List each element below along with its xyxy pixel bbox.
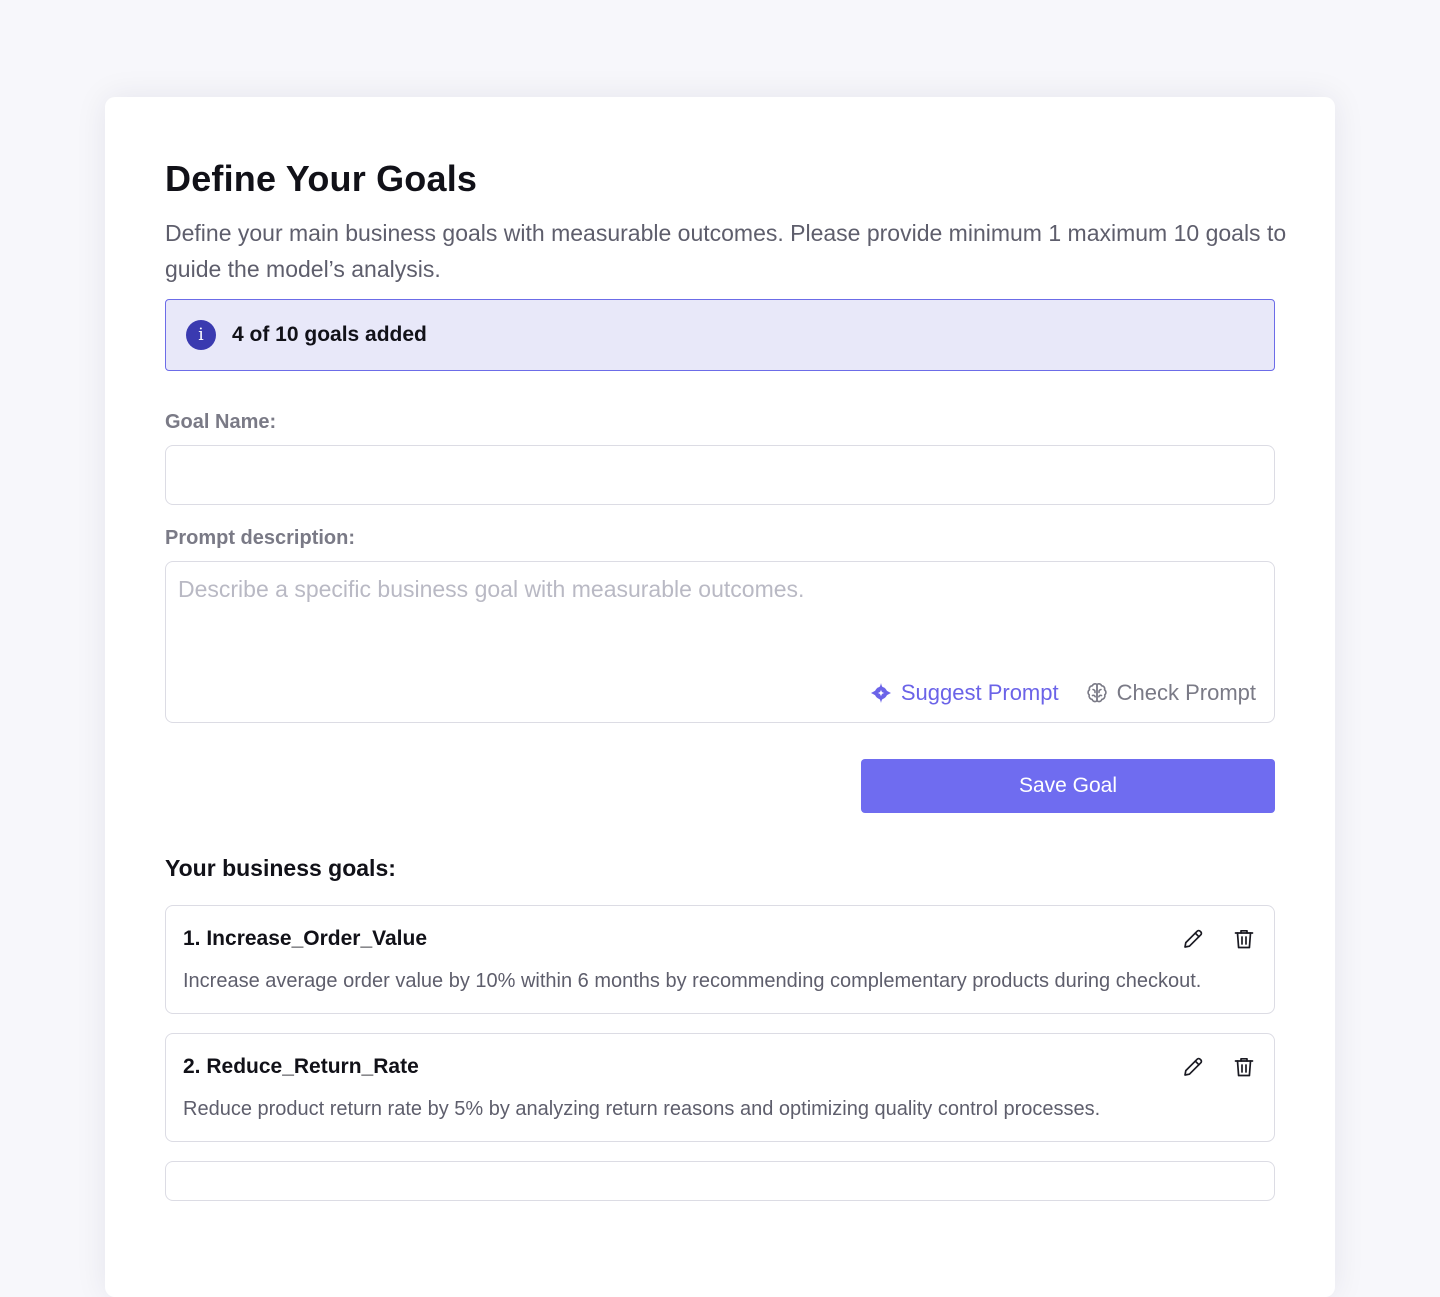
- goal-name-label: Goal Name:: [165, 411, 277, 433]
- delete-icon[interactable]: [1231, 926, 1257, 952]
- goal-name: 1. Increase_Order_Value: [183, 927, 427, 950]
- check-prompt-button[interactable]: Check Prompt: [1085, 680, 1256, 706]
- goal-actions: [1180, 1054, 1257, 1080]
- goal-card-header: 1. Increase_Order_Value: [183, 926, 1257, 952]
- goals-card: Define Your Goals Define your main busin…: [105, 97, 1335, 1297]
- goal-card: 2. Reduce_Return_Rate Reduce product ret…: [165, 1033, 1275, 1142]
- info-icon: i: [186, 320, 216, 350]
- brain-icon: [1085, 681, 1109, 705]
- prompt-description-box: Suggest Prompt Check Prompt: [165, 561, 1275, 723]
- check-prompt-label: Check Prompt: [1116, 680, 1256, 705]
- goal-card-partial: [165, 1161, 1275, 1201]
- goal-actions: [1180, 926, 1257, 952]
- page-subtitle: Define your main business goals with mea…: [165, 220, 1287, 282]
- suggest-prompt-button[interactable]: Suggest Prompt: [869, 680, 1059, 706]
- goal-name: 2. Reduce_Return_Rate: [183, 1055, 419, 1078]
- goal-card-header: 2. Reduce_Return_Rate: [183, 1054, 1257, 1080]
- edit-icon[interactable]: [1180, 1054, 1206, 1080]
- goal-description: Reduce product return rate by 5% by anal…: [183, 1098, 1101, 1120]
- suggest-prompt-label: Suggest Prompt: [900, 680, 1059, 705]
- goals-count-banner: i 4 of 10 goals added: [165, 299, 1275, 371]
- save-goal-button[interactable]: Save Goal: [861, 759, 1275, 813]
- goal-description: Increase average order value by 10% with…: [183, 970, 1202, 992]
- page-title: Define Your Goals: [165, 158, 478, 199]
- goal-list: 1. Increase_Order_Value Increase average…: [165, 905, 1275, 1201]
- save-row: Save Goal: [165, 759, 1275, 813]
- prompt-description-textarea[interactable]: [166, 562, 1274, 662]
- goal-card: 1. Increase_Order_Value Increase average…: [165, 905, 1275, 1014]
- prompt-description-label: Prompt description:: [165, 527, 356, 549]
- goals-count-text: 4 of 10 goals added: [232, 323, 427, 346]
- sparkle-icon: [869, 681, 893, 705]
- prompt-actions: Suggest Prompt Check Prompt: [869, 680, 1256, 706]
- edit-icon[interactable]: [1180, 926, 1206, 952]
- delete-icon[interactable]: [1231, 1054, 1257, 1080]
- goal-name-input[interactable]: [165, 445, 1275, 505]
- business-goals-heading: Your business goals:: [165, 855, 396, 881]
